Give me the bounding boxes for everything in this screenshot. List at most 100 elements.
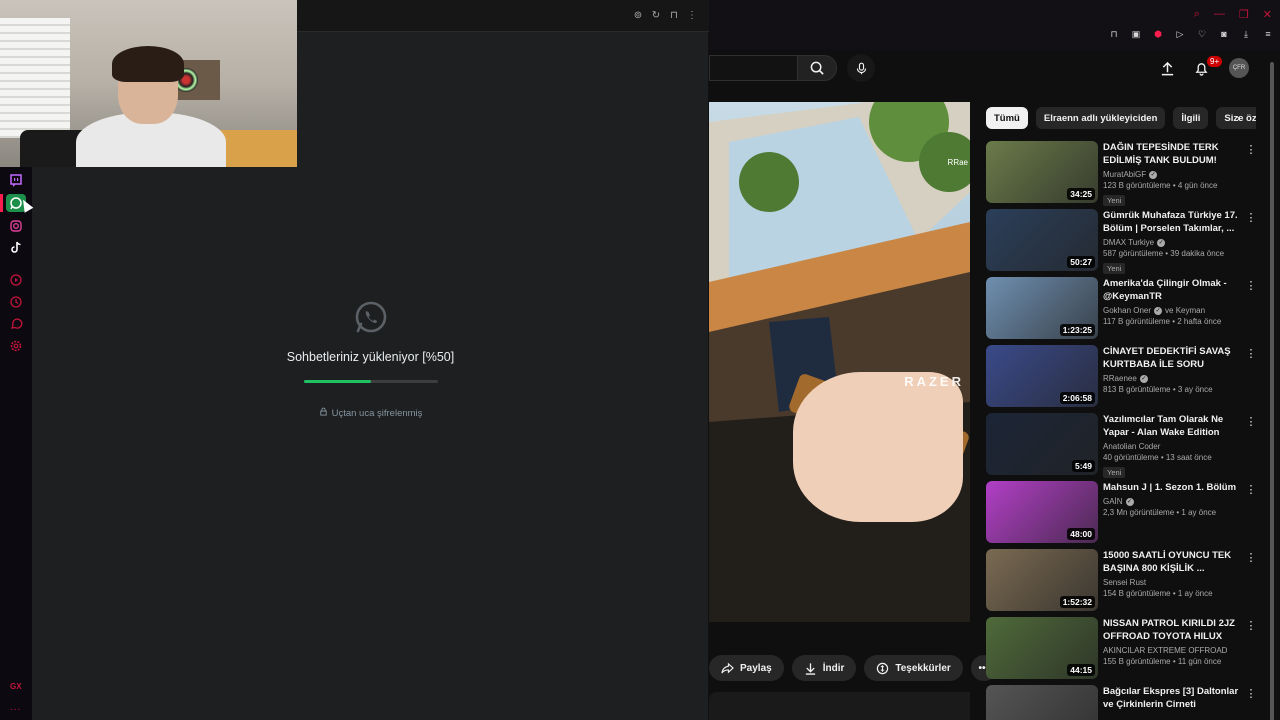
recommended-video[interactable]: 5:49 Yazılımcılar Tam Olarak Ne Yapar - A… [986,413,1257,478]
pin-icon[interactable]: ⊓ [669,9,679,21]
maximize-icon[interactable]: ❐ [1239,8,1249,21]
kebab-menu-icon[interactable]: ⋮ [1246,143,1257,157]
thanks-button[interactable]: Teşekkürler [864,655,963,681]
recommended-video[interactable]: 1:23:25 Amerika'da Çilingir Olmak - @Keym… [986,277,1257,339]
easy-setup-icon[interactable]: ≡ [1262,28,1274,40]
channel-name[interactable]: GAİN [1103,497,1123,506]
video-thumbnail[interactable]: 1:23:25 [986,277,1098,339]
video-description[interactable] [709,692,970,720]
channel-name[interactable]: Sensei Rust [1103,578,1146,587]
video-title[interactable]: Amerika'da Çilingir Olmak - @KeymanTR [1103,277,1239,303]
video-info: Mahsun J | 1. Sezon 1. Bölüm GAİN ✓ 2,3 Mn … [1103,481,1239,517]
close-icon[interactable]: ✕ [1263,8,1272,21]
chevron-right-icon[interactable]: › [1230,110,1246,126]
video-title[interactable]: NISSAN PATROL KIRILDI 2JZ OFFROAD TOYOTA… [1103,617,1239,643]
verified-icon: ✓ [1125,497,1134,506]
video-thumbnail[interactable]: 48:00 [986,481,1098,543]
download-button[interactable]: İndir [791,655,857,681]
screen: GX ... ⊚ ↻ ⊓ ⋮ Sohbetleriniz yükleniyor … [0,0,1280,720]
channel-name[interactable]: Gokhan Oner [1103,306,1151,315]
search-input[interactable] [709,55,797,81]
video-thumbnail[interactable]: 34:25 [986,141,1098,203]
video-title[interactable]: 15000 SAATLİ OYUNCU TEK BAŞINA 800 KİŞİL… [1103,549,1239,575]
channel-name[interactable]: MuratAbiGF [1103,170,1146,179]
twitch-icon[interactable] [9,174,23,188]
audio-icon[interactable]: ⊚ [633,9,643,21]
gx-logo[interactable]: GX [10,682,22,691]
kebab-menu-icon[interactable]: ⋮ [1246,687,1257,701]
download-icon[interactable]: ⤓ [1240,28,1252,40]
thanks-icon [877,662,889,674]
kebab-menu-icon[interactable]: ⋮ [1246,619,1257,633]
kebab-menu-icon[interactable]: ⋮ [1246,551,1257,565]
more-icon[interactable]: ... [10,702,21,713]
notification-badge: 9+ [1207,56,1223,67]
kebab-menu-icon[interactable]: ⋮ [687,9,697,21]
history-icon[interactable] [9,295,23,309]
avatar[interactable]: ÇFR [1229,58,1249,78]
video-title[interactable]: CİNAYET DEDEKTİFİ SAVAŞ KURTBABA İLE SOR… [1103,345,1239,371]
channel-row: DMAX Turkiye ✓ [1103,238,1239,247]
kebab-menu-icon[interactable]: ⋮ [1246,483,1257,497]
video-duration: 1:52:32 [1059,596,1095,608]
recommended-video[interactable]: 44:15 NISSAN PATROL KIRILDI 2JZ OFFROAD T… [986,617,1257,679]
search-button[interactable] [797,55,837,81]
video-thumbnail[interactable] [986,685,1098,720]
play-icon[interactable]: ▷ [1174,28,1186,40]
pin-icon[interactable]: ⊓ [1108,28,1120,40]
recommended-video[interactable]: 2:06:58 CİNAYET DEDEKTİFİ SAVAŞ KURTBABA … [986,345,1257,407]
share-button[interactable]: Paylaş [709,655,784,681]
kebab-menu-icon[interactable]: ⋮ [1246,415,1257,429]
lock-icon [319,407,328,419]
minimize-icon[interactable]: — [1214,8,1225,21]
video-duration: 44:15 [1067,664,1095,676]
video-thumbnail[interactable]: 5:49 [986,413,1098,475]
video-meta: 813 B görüntüleme • 3 ay önce [1103,385,1213,394]
channel-name[interactable]: DMAX Turkiye [1103,238,1154,247]
filter-chip[interactable]: İlgili [1173,107,1209,129]
reload-icon[interactable]: ↻ [651,9,661,21]
kebab-menu-icon[interactable]: ⋮ [1246,211,1257,225]
video-title[interactable]: Mahsun J | 1. Sezon 1. Bölüm [1103,481,1239,494]
settings-icon[interactable] [9,339,23,353]
video-title[interactable]: Yazılımcılar Tam Olarak Ne Yapar - Alan … [1103,413,1239,439]
channel-name[interactable]: Anatolian Coder [1103,442,1160,451]
tiktok-icon[interactable] [9,240,23,254]
recommended-video[interactable]: 50:27 Gümrük Muhafaza Türkiye 17. Bölüm |… [986,209,1257,274]
video-thumbnail[interactable]: 44:15 [986,617,1098,679]
recommended-video[interactable]: Bağcılar Ekspres [3] Daltonlar ve Çirkin… [986,685,1257,720]
scrollbar[interactable] [1270,50,1276,720]
search-icon[interactable]: ⌕ [1194,8,1200,21]
recommended-video[interactable]: 34:25 DAĞIN TEPESİNDE TERK EDİLMİŞ TANK B… [986,141,1257,206]
filter-chip[interactable]: Elraenn adlı yükleyiciden [1035,107,1166,129]
upload-button[interactable] [1157,58,1177,78]
channel-name[interactable]: AKINCILAR EXTREME OFFROAD [1103,646,1227,655]
video-duration: 5:49 [1071,460,1095,472]
video-meta: 587 görüntüleme • 39 dakika önce [1103,249,1225,258]
recommended-video[interactable]: 48:00 Mahsun J | 1. Sezon 1. Bölüm GAİN ✓ 2,… [986,481,1257,543]
voice-search-button[interactable] [847,54,875,82]
messenger-icon[interactable] [9,317,23,331]
video-thumbnail[interactable]: 50:27 [986,209,1098,271]
video-title[interactable]: Bağcılar Ekspres [3] Daltonlar ve Çirkin… [1103,685,1239,711]
video-thumbnail[interactable]: 1:52:32 [986,549,1098,611]
heart-icon[interactable]: ♡ [1196,28,1208,40]
youtube-header: 9+ ÇFR [709,50,1280,86]
shield-icon[interactable]: ⬢ [1152,28,1164,40]
channel-name[interactable]: RRaenee [1103,374,1137,383]
video-title[interactable]: DAĞIN TEPESİNDE TERK EDİLMİŞ TANK BULDUM… [1103,141,1239,167]
profile-icon[interactable]: ◙ [1218,28,1230,40]
video-player[interactable]: RAZER RRae [709,102,970,622]
video-thumbnail[interactable]: 2:06:58 [986,345,1098,407]
recommended-video[interactable]: 1:52:32 15000 SAATLİ OYUNCU TEK BAŞINA 80… [986,549,1257,611]
snapshot-icon[interactable]: ▣ [1130,28,1142,40]
channel-collab: ve Keyman [1165,306,1206,315]
scrollbar-thumb[interactable] [1270,62,1274,720]
player-icon[interactable] [9,273,23,287]
video-title[interactable]: Gümrük Muhafaza Türkiye 17. Bölüm | Pors… [1103,209,1239,235]
instagram-icon[interactable] [9,219,23,233]
new-badge: Yeni [1103,263,1126,274]
kebab-menu-icon[interactable]: ⋮ [1246,347,1257,361]
filter-chip[interactable]: Tümü [986,107,1028,129]
kebab-menu-icon[interactable]: ⋮ [1246,279,1257,293]
